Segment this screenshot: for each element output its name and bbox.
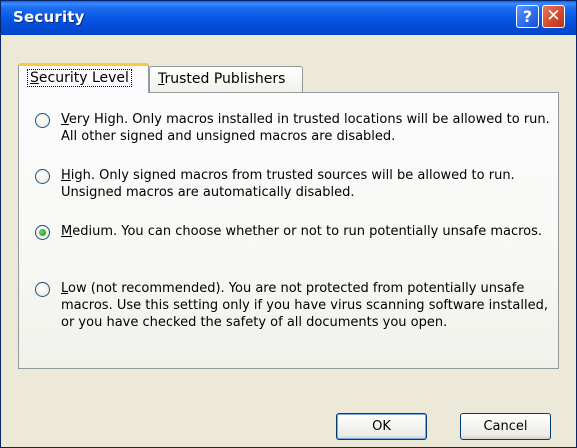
ok-button[interactable]: OK [336,413,427,440]
title-bar[interactable]: Security ? ✕ [1,1,576,35]
security-dialog: Security ? ✕ Security Level Trusted Publ… [0,0,577,448]
radio-very-high[interactable] [35,113,50,128]
option-medium-label: Medium. You can choose whether or not to… [61,224,543,239]
security-level-panel: Very High. Only macros installed in trus… [18,92,559,369]
option-high-label: High. Only signed macros from trusted so… [61,168,515,200]
help-icon: ? [522,7,533,26]
radio-low[interactable] [35,282,50,297]
close-icon: ✕ [546,6,561,26]
close-button[interactable]: ✕ [542,5,565,28]
tab-security-level[interactable]: Security Level [18,63,149,93]
tab-label-security-level: Security Level [27,69,132,87]
option-very-high-label: Very High. Only macros installed in trus… [61,112,550,144]
option-low-label: Low (not recommended). You are not prote… [61,281,548,330]
window-title: Security [13,8,85,26]
radio-medium[interactable] [35,225,50,240]
help-button[interactable]: ? [516,5,539,28]
cancel-button[interactable]: Cancel [460,413,551,440]
tab-label-trusted-publishers: Trusted Publishers [158,71,286,87]
radio-high[interactable] [35,169,50,184]
tab-trusted-publishers[interactable]: Trusted Publishers [149,66,303,93]
